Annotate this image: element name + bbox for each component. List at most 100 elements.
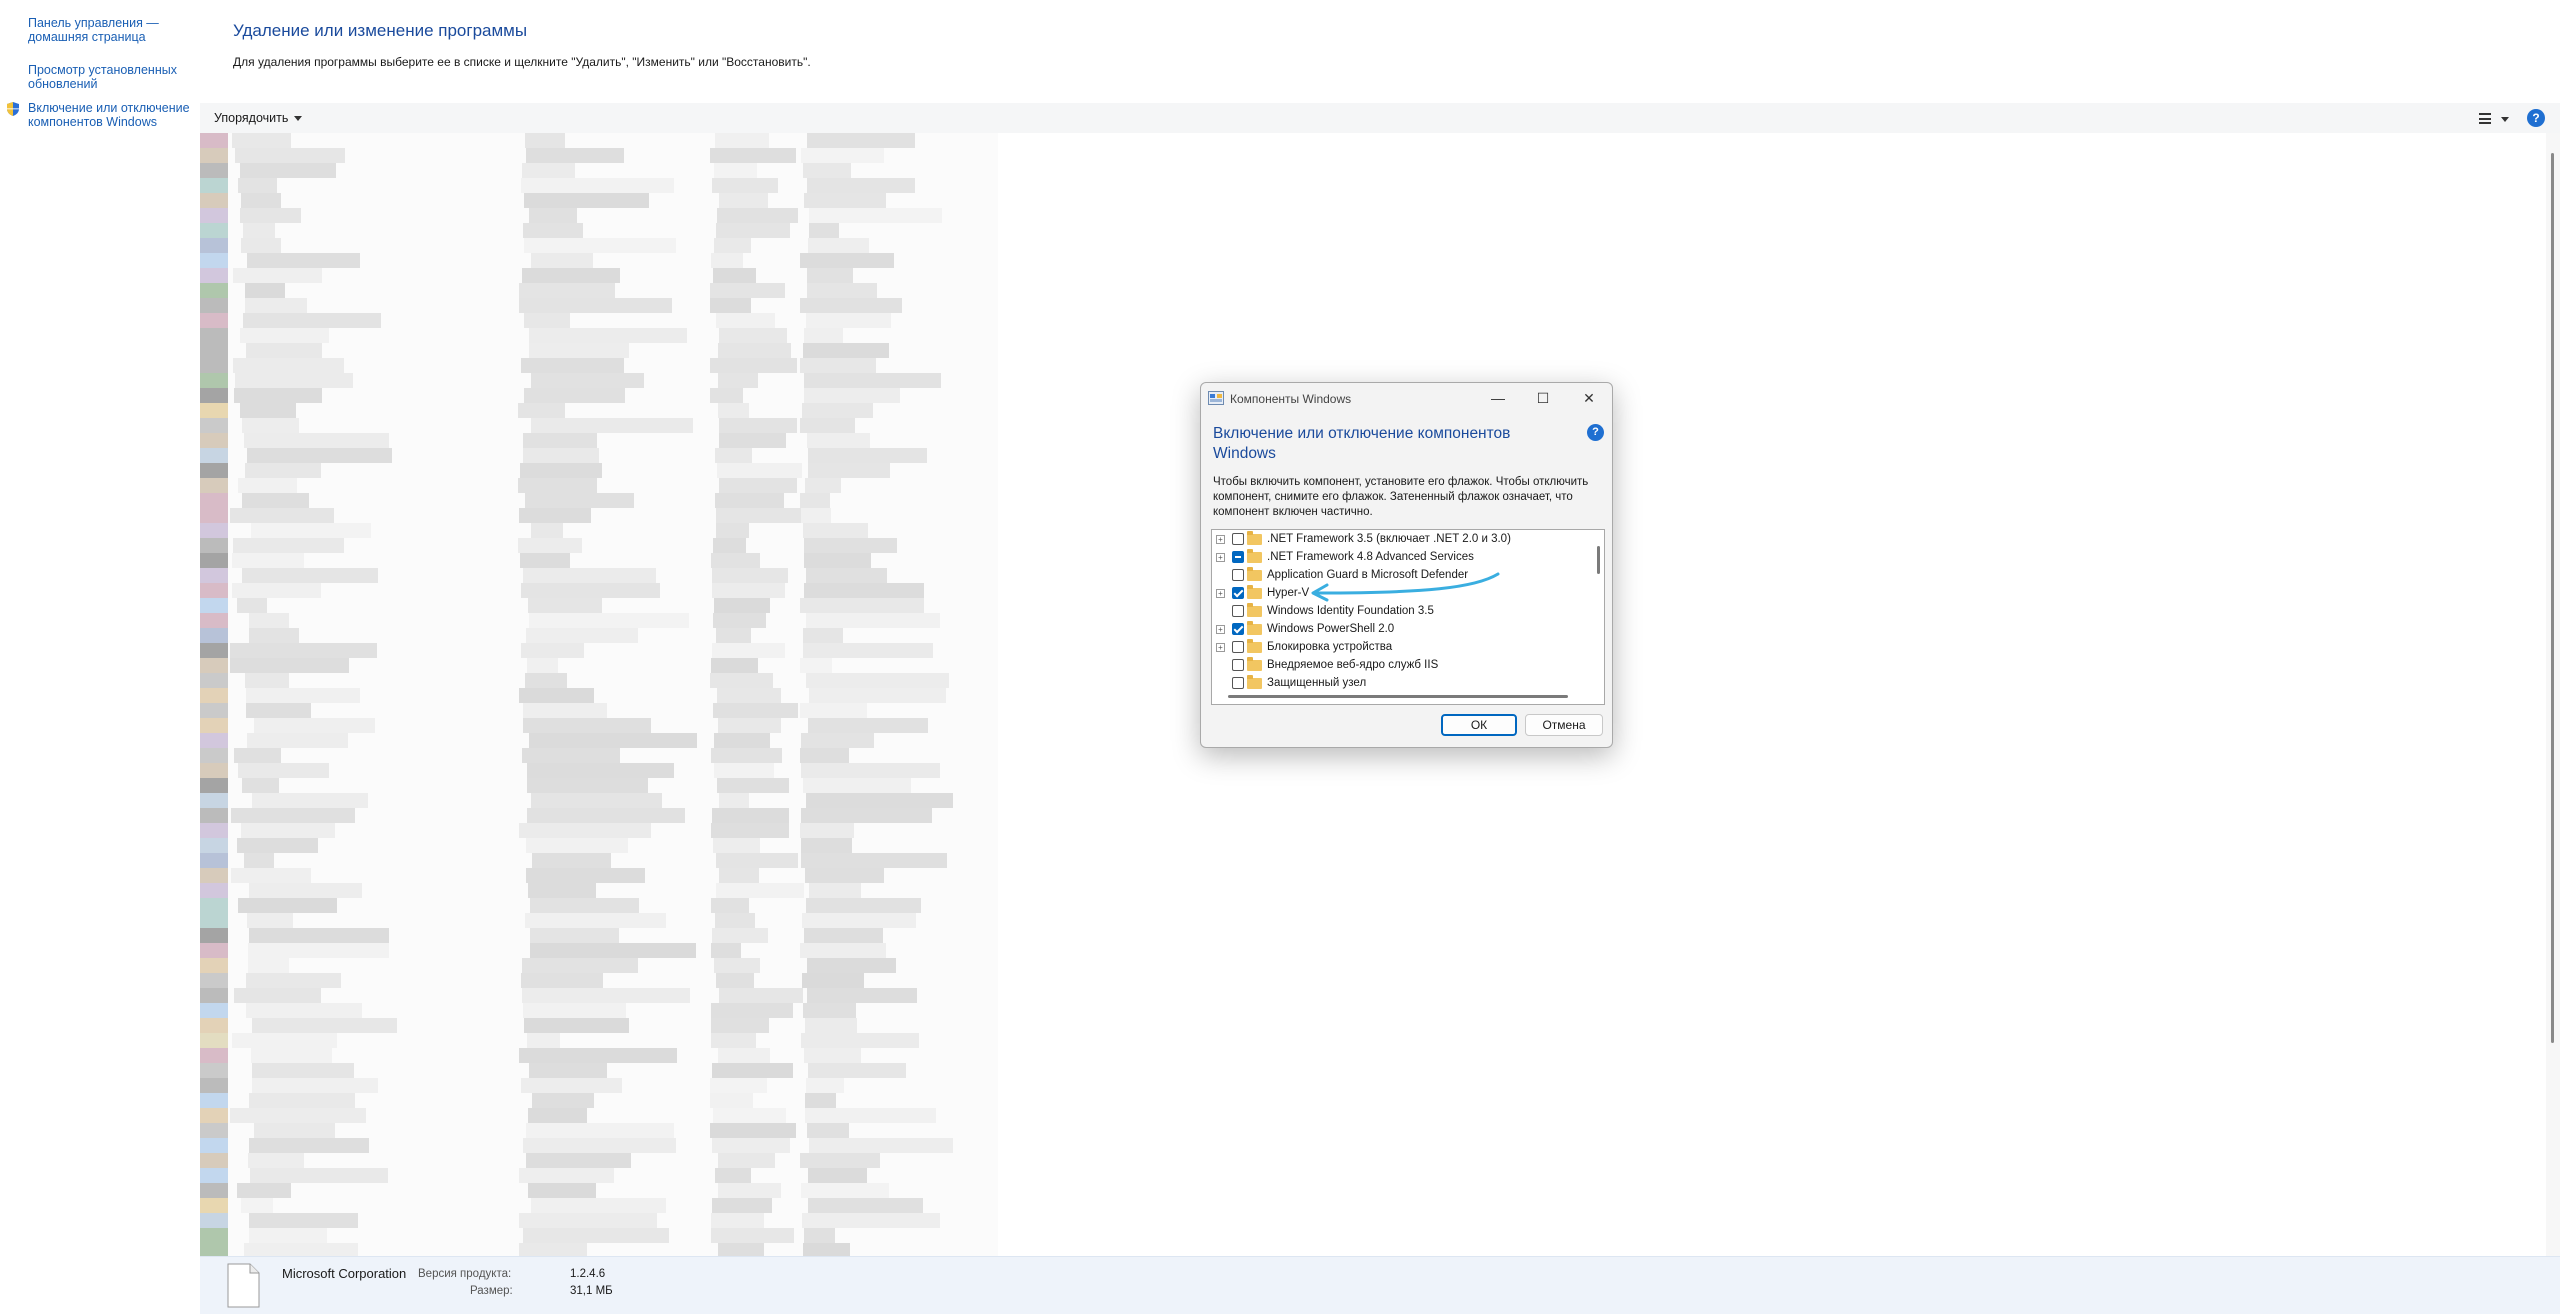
feature-checkbox[interactable]: [1232, 551, 1244, 563]
expand-icon[interactable]: +: [1216, 625, 1225, 634]
list-item[interactable]: [200, 223, 998, 238]
list-item[interactable]: [200, 1018, 998, 1033]
feature-label[interactable]: Блокировка устройства: [1267, 641, 1392, 653]
dialog-titlebar[interactable]: Компоненты Windows — ☐ ✕: [1201, 383, 1612, 413]
feature-row[interactable]: Внедряемое веб-ядро служб IIS: [1212, 656, 1582, 674]
list-item[interactable]: [200, 613, 998, 628]
list-item[interactable]: [200, 1213, 998, 1228]
list-item[interactable]: [200, 388, 998, 403]
list-item[interactable]: [200, 673, 998, 688]
list-item[interactable]: [200, 1093, 998, 1108]
scrollbar-thumb[interactable]: [2551, 153, 2554, 1043]
list-item[interactable]: [200, 1228, 998, 1243]
list-item[interactable]: [200, 658, 998, 673]
expand-icon[interactable]: +: [1216, 589, 1225, 598]
list-item[interactable]: [200, 463, 998, 478]
list-item[interactable]: [200, 778, 998, 793]
list-item[interactable]: [200, 628, 998, 643]
feature-checkbox[interactable]: [1232, 533, 1244, 545]
list-item[interactable]: [200, 853, 998, 868]
dialog-help-button[interactable]: ?: [1587, 424, 1604, 441]
turn-windows-features-link[interactable]: Включение или отключение компонентов Win…: [28, 101, 193, 129]
list-item[interactable]: [200, 328, 998, 343]
list-item[interactable]: [200, 193, 998, 208]
list-item[interactable]: [200, 358, 998, 373]
features-tree[interactable]: Защищенный узел Внедряемое веб-ядро служб…: [1211, 529, 1605, 705]
feature-label[interactable]: Windows PowerShell 2.0: [1267, 623, 1394, 635]
list-item[interactable]: [200, 838, 998, 853]
list-item[interactable]: [200, 163, 998, 178]
list-item[interactable]: [200, 898, 998, 913]
list-item[interactable]: [200, 958, 998, 973]
maximize-button[interactable]: ☐: [1521, 383, 1565, 413]
list-item[interactable]: [200, 688, 998, 703]
list-item[interactable]: [200, 1078, 998, 1093]
feature-label[interactable]: .NET Framework 4.8 Advanced Services: [1267, 551, 1474, 563]
list-item[interactable]: [200, 928, 998, 943]
view-installed-updates-link[interactable]: Просмотр установленных обновлений: [28, 63, 193, 91]
scrollbar-thumb[interactable]: [1228, 695, 1568, 698]
close-button[interactable]: ✕: [1567, 383, 1611, 413]
list-item[interactable]: [200, 883, 998, 898]
feature-label[interactable]: Защищенный узел: [1267, 677, 1366, 689]
list-item[interactable]: [200, 1003, 998, 1018]
list-item[interactable]: [200, 403, 998, 418]
list-item[interactable]: [200, 1048, 998, 1063]
feature-checkbox[interactable]: [1232, 623, 1244, 635]
list-item[interactable]: [200, 178, 998, 193]
view-options-button[interactable]: [2477, 110, 2511, 128]
list-item[interactable]: [200, 433, 998, 448]
list-item[interactable]: [200, 973, 998, 988]
list-item[interactable]: [200, 733, 998, 748]
feature-checkbox[interactable]: [1232, 569, 1244, 581]
list-item[interactable]: [200, 148, 998, 163]
list-item[interactable]: [200, 748, 998, 763]
expand-icon[interactable]: +: [1216, 535, 1225, 544]
list-item[interactable]: [200, 1183, 998, 1198]
list-item[interactable]: [200, 418, 998, 433]
list-item[interactable]: [200, 313, 998, 328]
list-item[interactable]: [200, 553, 998, 568]
list-item[interactable]: [200, 1063, 998, 1078]
list-item[interactable]: [200, 298, 998, 313]
list-item[interactable]: [200, 808, 998, 823]
list-item[interactable]: [200, 508, 998, 523]
cancel-button[interactable]: Отмена: [1525, 714, 1603, 736]
list-item[interactable]: [200, 493, 998, 508]
feature-row[interactable]: + .NET Framework 3.5 (включает .NET 2.0 и…: [1212, 530, 1582, 548]
list-item[interactable]: [200, 523, 998, 538]
feature-label[interactable]: .NET Framework 3.5 (включает .NET 2.0 и …: [1267, 533, 1511, 545]
list-item[interactable]: [200, 253, 998, 268]
feature-checkbox[interactable]: [1232, 605, 1244, 617]
ok-button[interactable]: ОК: [1441, 714, 1517, 736]
list-item[interactable]: [200, 598, 998, 613]
control-panel-home-link[interactable]: Панель управления — домашняя страница: [28, 16, 193, 44]
list-item[interactable]: [200, 823, 998, 838]
list-item[interactable]: [200, 283, 998, 298]
list-item[interactable]: [200, 988, 998, 1003]
list-item[interactable]: [200, 1153, 998, 1168]
feature-checkbox[interactable]: [1232, 677, 1244, 689]
list-item[interactable]: [200, 1198, 998, 1213]
feature-label[interactable]: Windows Identity Foundation 3.5: [1267, 605, 1434, 617]
list-item[interactable]: [200, 568, 998, 583]
feature-row[interactable]: + Блокировка устройства: [1212, 638, 1582, 656]
list-item[interactable]: [200, 238, 998, 253]
list-item[interactable]: [200, 1123, 998, 1138]
feature-label[interactable]: Внедряемое веб-ядро служб IIS: [1267, 659, 1438, 671]
list-item[interactable]: [200, 1243, 998, 1256]
list-item[interactable]: [200, 208, 998, 223]
help-button[interactable]: ?: [2527, 109, 2545, 127]
feature-label[interactable]: Hyper-V: [1267, 587, 1309, 599]
tree-vertical-scrollbar[interactable]: [1593, 530, 1604, 690]
list-item[interactable]: [200, 538, 998, 553]
expand-icon[interactable]: +: [1216, 643, 1225, 652]
list-item[interactable]: [200, 133, 998, 148]
feature-checkbox[interactable]: [1232, 641, 1244, 653]
list-item[interactable]: [200, 1033, 998, 1048]
list-item[interactable]: [200, 703, 998, 718]
list-item[interactable]: [200, 1168, 998, 1183]
list-item[interactable]: [200, 718, 998, 733]
list-item[interactable]: [200, 1108, 998, 1123]
feature-row[interactable]: + .NET Framework 4.8 Advanced Services: [1212, 548, 1582, 566]
